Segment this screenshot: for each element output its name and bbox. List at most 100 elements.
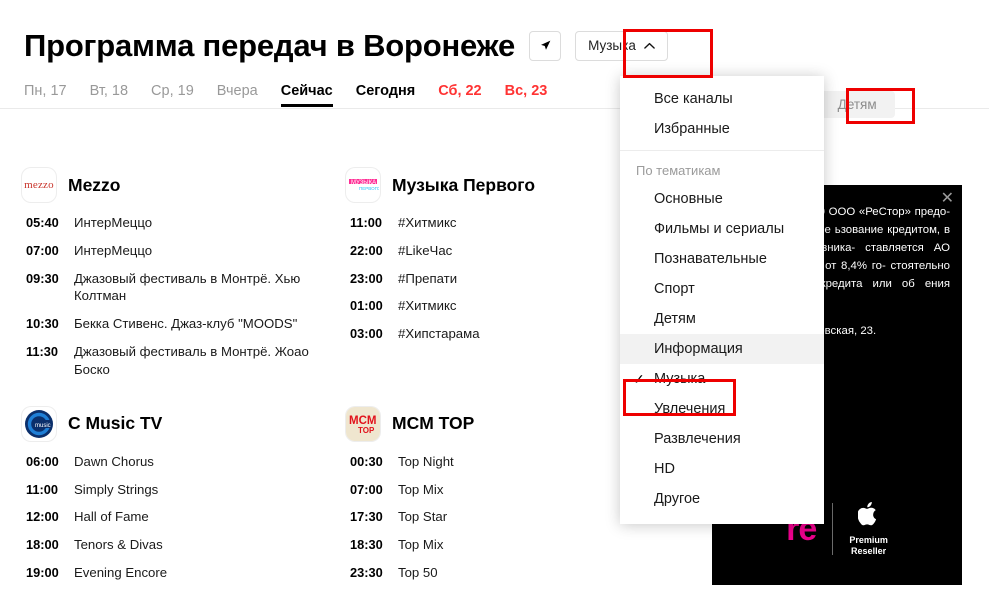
muzyka-pervogo-logo: МУЗЫКА ПЕРВОГО [346, 168, 380, 202]
program-time: 09:30 [26, 270, 59, 286]
check-icon: ✓ [633, 371, 645, 387]
program-title[interactable]: Top Mix [398, 536, 443, 554]
menu-item-12[interactable]: HD [620, 454, 824, 484]
program-row: 06:00 Dawn Chorus [22, 453, 346, 471]
program-title[interactable]: #Хитмикс [398, 214, 456, 232]
program-title[interactable]: #Препати [398, 270, 457, 288]
menu-item-5[interactable]: Познавательные [620, 244, 824, 274]
program-row: 11:00 Simply Strings [22, 481, 346, 499]
program-title[interactable]: ИнтерМеццо [74, 242, 152, 260]
menu-item-6[interactable]: Спорт [620, 274, 824, 304]
menu-item-label: Развлечения [654, 431, 741, 447]
channel-grid: mezzo Mezzo 05:40 ИнтерМеццо 07:00 ИнтерМеццо… [0, 168, 720, 610]
program-title[interactable]: #Хипстарама [398, 325, 480, 343]
program-time: 17:30 [350, 509, 383, 525]
menu-item-4[interactable]: Фильмы и сериалы [620, 214, 824, 244]
program-time: 11:00 [26, 481, 59, 497]
program-row: 10:30 Бекка Стивенс. Джаз-клуб "MOODS" [22, 315, 346, 333]
menu-item-3[interactable]: Основные [620, 184, 824, 214]
program-title[interactable]: #Хитмикс [398, 297, 456, 315]
program-row: 07:00 ИнтерМеццо [22, 242, 346, 260]
channel-block: music C Music TV 06:00 Dawn Chorus 11:00 Simp… [22, 406, 346, 610]
svg-text:TOP: TOP [358, 426, 375, 435]
day-tab-0[interactable]: Пн, 17 [24, 83, 67, 109]
channel-name[interactable]: MCM TOP [392, 413, 474, 434]
program-row: 11:30 Джазовый фестиваль в Монтрё. Жоао Б… [22, 343, 346, 379]
apple-logo-icon [849, 501, 888, 531]
program-time: 18:30 [350, 537, 383, 553]
program-title[interactable]: Бекка Стивенс. Джаз-клуб "MOODS" [74, 315, 297, 333]
ad-close-icon[interactable]: ✕ [941, 191, 954, 207]
channel-name[interactable]: Mezzo [68, 175, 121, 196]
day-tab-2[interactable]: Ср, 19 [151, 83, 194, 109]
location-arrow-icon [539, 39, 552, 52]
program-title[interactable]: Джазовый фестиваль в Монтрё. Хью Колтман [74, 270, 324, 306]
program-title[interactable]: Джазовый фестиваль в Монтрё. Жоао Боско [74, 343, 324, 379]
program-time: 06:00 [26, 453, 59, 469]
menu-section-label: По тематикам [636, 163, 721, 178]
program-title[interactable]: ИнтерМеццо [74, 214, 152, 232]
menu-item-label: HD [654, 461, 675, 477]
menu-item-7[interactable]: Детям [620, 304, 824, 334]
program-title[interactable]: Top Mix [398, 481, 443, 499]
program-time: 18:00 [26, 537, 59, 553]
day-tab-4[interactable]: Сейчас [280, 83, 333, 109]
program-title[interactable]: Top Star [398, 508, 447, 526]
program-time: 10:30 [26, 316, 59, 332]
genre-filter-label: Музыка [588, 38, 636, 53]
program-time: 23:00 [350, 270, 383, 286]
genre-filter-button[interactable]: Музыка [575, 30, 668, 61]
channel-name[interactable]: Музыка Первого [392, 175, 535, 196]
program-time: 07:00 [350, 481, 383, 497]
menu-item-0[interactable]: Все каналы [620, 84, 824, 114]
program-row: 18:30 Top Mix [346, 536, 670, 554]
program-time: 07:00 [26, 242, 59, 258]
menu-item-label: Избранные [654, 121, 730, 137]
program-time: 22:00 [350, 242, 383, 258]
day-tab-1[interactable]: Вт, 18 [90, 83, 128, 109]
program-time: 12:00 [26, 509, 59, 525]
menu-item-label: Спорт [654, 281, 695, 297]
program-title[interactable]: Evening Encore [74, 564, 167, 582]
mcm-top-logo: MCM TOP [346, 406, 380, 441]
menu-item-label: Основные [654, 191, 723, 207]
channel-name[interactable]: C Music TV [68, 413, 162, 434]
chevron-up-icon [644, 38, 655, 53]
menu-divider [620, 150, 824, 151]
program-title[interactable]: Tenors & Divas [74, 536, 163, 554]
program-row: 19:00 Evening Encore [22, 564, 346, 582]
menu-item-8[interactable]: Информация [620, 334, 824, 364]
menu-item-10[interactable]: Увлечения [620, 394, 824, 424]
day-tab-6[interactable]: Сб, 22 [438, 83, 481, 109]
program-time: 23:30 [350, 564, 383, 580]
day-tab-7[interactable]: Вс, 23 [505, 83, 548, 109]
day-tab-3[interactable]: Вчера [217, 83, 258, 109]
day-tab-5[interactable]: Сегодня [356, 83, 415, 109]
location-button[interactable] [529, 30, 562, 61]
menu-item-label: Другое [654, 491, 701, 507]
program-title[interactable]: Dawn Chorus [74, 453, 154, 471]
program-row: 12:00 Hall of Fame [22, 508, 346, 526]
menu-item-11[interactable]: Развлечения [620, 424, 824, 454]
program-title[interactable]: Top 50 [398, 564, 438, 582]
program-title[interactable]: #LikeЧас [398, 242, 452, 260]
channel-header[interactable]: mezzo Mezzo [22, 168, 346, 202]
page-header: Программа передач в Воронеже Музыка [0, 0, 989, 61]
program-title[interactable]: Top Night [398, 453, 454, 471]
program-time: 05:40 [26, 215, 59, 230]
menu-item-13[interactable]: Другое [620, 484, 824, 514]
svg-text:music: music [35, 423, 51, 429]
menu-item-9[interactable]: ✓ Музыка [620, 364, 824, 394]
menu-item-label: Фильмы и сериалы [654, 221, 785, 237]
program-time: 11:00 [350, 215, 383, 230]
ad-apple-block: Premium Reseller [849, 501, 888, 558]
program-time: 11:30 [26, 344, 59, 360]
c-music-tv-logo: music [22, 406, 56, 441]
channel-header[interactable]: music C Music TV [22, 406, 346, 441]
program-time: 03:00 [350, 326, 383, 342]
program-title[interactable]: Hall of Fame [74, 508, 149, 526]
program-time: 19:00 [26, 564, 59, 580]
segment-2[interactable]: Детям [820, 91, 895, 118]
menu-item-1[interactable]: Избранные [620, 114, 824, 144]
program-title[interactable]: Simply Strings [74, 481, 158, 499]
